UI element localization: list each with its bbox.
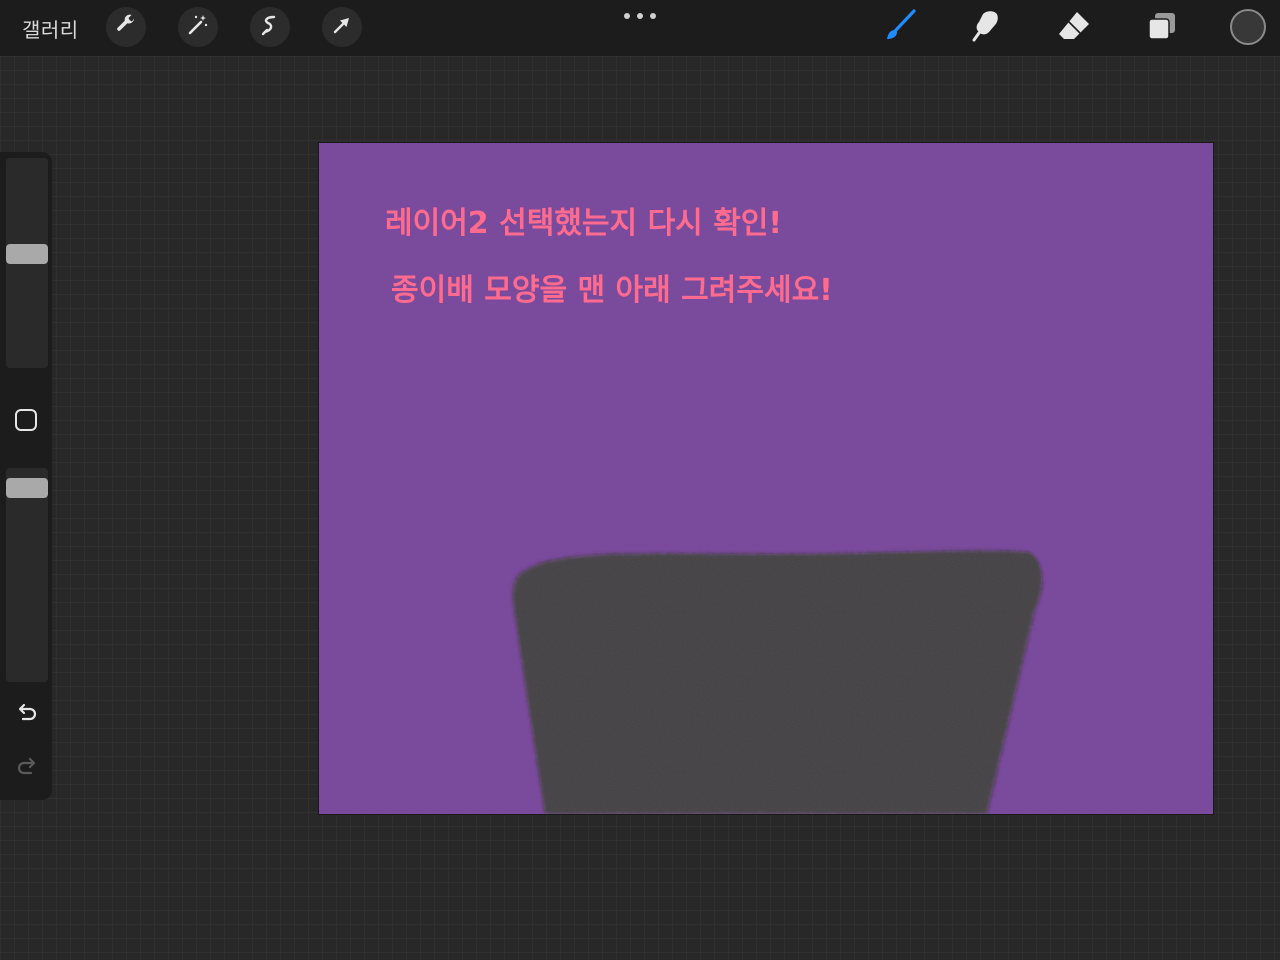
instruction-line-1: 레이어2 선택했는지 다시 확인! — [385, 206, 782, 241]
instruction-line-2: 종이배 모양을 맨 아래 그려주세요! — [391, 273, 833, 308]
selection-button[interactable] — [250, 7, 290, 47]
opacity-slider[interactable] — [6, 468, 48, 682]
magic-wand-icon — [186, 13, 210, 41]
transform-arrow-icon — [330, 13, 354, 41]
drawing-canvas[interactable]: 레이어2 선택했는지 다시 확인! 종이배 모양을 맨 아래 그려주세요! — [319, 143, 1213, 814]
more-options-button[interactable] — [624, 8, 656, 24]
brush-size-thumb[interactable] — [6, 243, 48, 264]
more-dots-icon — [624, 13, 630, 19]
redo-button[interactable] — [14, 754, 40, 780]
opacity-thumb[interactable] — [6, 477, 48, 498]
smudge-icon — [968, 8, 1004, 48]
modify-button[interactable] — [14, 408, 38, 432]
layers-tool[interactable] — [1144, 10, 1180, 46]
layers-icon — [1144, 8, 1180, 48]
undo-icon — [14, 703, 40, 730]
smudge-tool[interactable] — [968, 10, 1004, 46]
redo-icon — [14, 757, 40, 784]
eraser-tool[interactable] — [1056, 10, 1092, 46]
selection-icon — [258, 13, 282, 41]
square-icon — [14, 409, 38, 436]
left-sidebar — [0, 152, 52, 800]
undo-button[interactable] — [14, 700, 40, 726]
color-picker-button[interactable] — [1230, 9, 1266, 45]
gallery-button[interactable]: 갤러리 — [22, 14, 79, 43]
dark-trapezoid-shape — [512, 550, 1043, 814]
top-toolbar: 갤러리 — [0, 0, 1280, 56]
brush-tool[interactable] — [882, 8, 918, 48]
adjustments-button[interactable] — [178, 7, 218, 47]
brush-icon — [882, 8, 918, 48]
transform-button[interactable] — [322, 7, 362, 47]
actions-button[interactable] — [106, 7, 146, 47]
wrench-icon — [114, 13, 138, 41]
eraser-icon — [1056, 8, 1092, 48]
